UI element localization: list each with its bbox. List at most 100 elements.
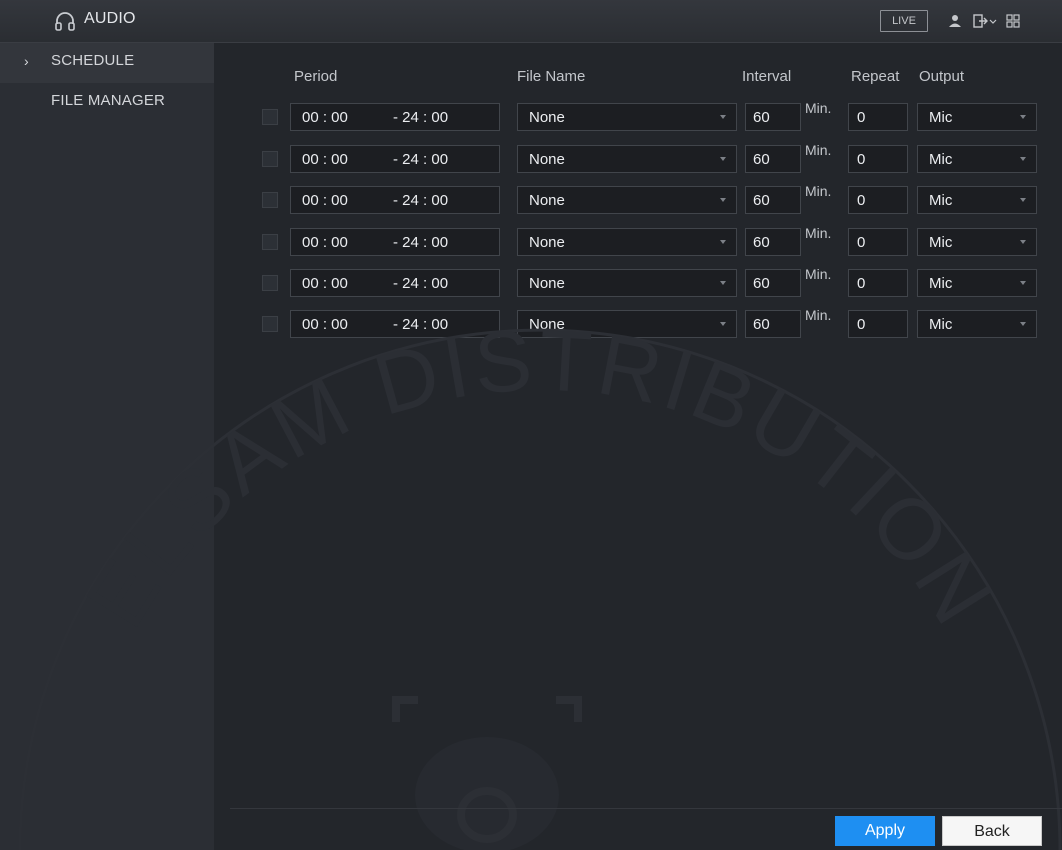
repeat-value: 0 — [857, 151, 866, 168]
period-field[interactable]: 00 : 00 - 24 : 00 — [290, 310, 500, 338]
repeat-value: 0 — [857, 192, 866, 209]
period-end[interactable]: - 24 : 00 — [393, 234, 448, 251]
output-select[interactable]: Mic — [917, 186, 1037, 214]
schedule-row: 00 : 00 - 24 : 00 None 60 Min. 0 Mic — [0, 100, 1062, 131]
output-select[interactable]: Mic — [917, 103, 1037, 131]
output-select[interactable]: Mic — [917, 145, 1037, 173]
header-period: Period — [294, 68, 338, 85]
period-start[interactable]: 00 : 00 — [302, 109, 348, 126]
dropdown-arrow-icon — [720, 240, 726, 244]
period-end[interactable]: - 24 : 00 — [393, 192, 448, 209]
back-button[interactable]: Back — [942, 816, 1042, 846]
period-end[interactable]: - 24 : 00 — [393, 316, 448, 333]
row-checkbox[interactable] — [262, 109, 278, 125]
period-field[interactable]: 00 : 00 - 24 : 00 — [290, 145, 500, 173]
repeat-value: 0 — [857, 316, 866, 333]
file-name-select[interactable]: None — [517, 186, 737, 214]
interval-input[interactable]: 60 — [745, 310, 801, 338]
period-start[interactable]: 00 : 00 — [302, 275, 348, 292]
repeat-input[interactable]: 0 — [848, 310, 908, 338]
page-title: AUDIO — [84, 10, 136, 27]
output-value: Mic — [929, 234, 953, 251]
interval-unit: Min. — [805, 100, 832, 116]
interval-input[interactable]: 60 — [745, 145, 801, 173]
file-name-value: None — [529, 109, 565, 126]
period-start[interactable]: 00 : 00 — [302, 234, 348, 251]
row-checkbox[interactable] — [262, 316, 278, 332]
interval-input[interactable]: 60 — [745, 186, 801, 214]
period-end[interactable]: - 24 : 00 — [393, 275, 448, 292]
output-select[interactable]: Mic — [917, 269, 1037, 297]
dropdown-arrow-icon — [720, 322, 726, 326]
repeat-value: 0 — [857, 234, 866, 251]
file-name-value: None — [529, 234, 565, 251]
period-field[interactable]: 00 : 00 - 24 : 00 — [290, 103, 500, 131]
file-name-select[interactable]: None — [517, 269, 737, 297]
dropdown-arrow-icon — [1020, 115, 1026, 119]
dropdown-arrow-icon — [720, 198, 726, 202]
output-value: Mic — [929, 151, 953, 168]
repeat-value: 0 — [857, 109, 866, 126]
file-name-select[interactable]: None — [517, 145, 737, 173]
apply-button[interactable]: Apply — [835, 816, 935, 846]
chevron-down-icon[interactable] — [989, 13, 997, 29]
interval-value: 60 — [753, 192, 770, 209]
live-button[interactable]: LIVE — [880, 10, 928, 32]
output-select[interactable]: Mic — [917, 310, 1037, 338]
repeat-input[interactable]: 0 — [848, 103, 908, 131]
dropdown-arrow-icon — [720, 115, 726, 119]
user-icon[interactable] — [947, 13, 963, 29]
file-name-select[interactable]: None — [517, 103, 737, 131]
interval-unit: Min. — [805, 225, 832, 241]
period-field[interactable]: 00 : 00 - 24 : 00 — [290, 269, 500, 297]
period-start[interactable]: 00 : 00 — [302, 316, 348, 333]
period-end[interactable]: - 24 : 00 — [393, 109, 448, 126]
schedule-row: 00 : 00 - 24 : 00 None 60 Min. 0 Mic — [0, 225, 1062, 256]
audio-app: AUDIO LIVE › SCHEDULE FILE MANAGER Perio… — [0, 0, 1062, 850]
header-output: Output — [919, 68, 965, 85]
period-start[interactable]: 00 : 00 — [302, 151, 348, 168]
dropdown-arrow-icon — [1020, 322, 1026, 326]
interval-value: 60 — [753, 151, 770, 168]
dropdown-arrow-icon — [1020, 281, 1026, 285]
repeat-value: 0 — [857, 275, 866, 292]
period-start[interactable]: 00 : 00 — [302, 192, 348, 209]
repeat-input[interactable]: 0 — [848, 228, 908, 256]
interval-unit: Min. — [805, 142, 832, 158]
period-field[interactable]: 00 : 00 - 24 : 00 — [290, 186, 500, 214]
period-field[interactable]: 00 : 00 - 24 : 00 — [290, 228, 500, 256]
file-name-select[interactable]: None — [517, 310, 737, 338]
headphones-icon — [55, 12, 75, 31]
sidebar-item-label: SCHEDULE — [51, 52, 135, 69]
repeat-input[interactable]: 0 — [848, 269, 908, 297]
period-end[interactable]: - 24 : 00 — [393, 151, 448, 168]
repeat-input[interactable]: 0 — [848, 186, 908, 214]
file-name-select[interactable]: None — [517, 228, 737, 256]
chevron-right-icon: › — [24, 53, 29, 69]
schedule-row: 00 : 00 - 24 : 00 None 60 Min. 0 Mic — [0, 266, 1062, 297]
interval-input[interactable]: 60 — [745, 228, 801, 256]
output-value: Mic — [929, 192, 953, 209]
logout-icon[interactable] — [972, 13, 988, 29]
interval-value: 60 — [753, 275, 770, 292]
repeat-input[interactable]: 0 — [848, 145, 908, 173]
header-repeat: Repeat — [851, 68, 900, 85]
interval-value: 60 — [753, 109, 770, 126]
interval-value: 60 — [753, 234, 770, 251]
sidebar-item-schedule[interactable]: › SCHEDULE — [0, 43, 214, 83]
output-select[interactable]: Mic — [917, 228, 1037, 256]
header-file-name: File Name — [517, 68, 586, 85]
output-value: Mic — [929, 316, 953, 333]
interval-input[interactable]: 60 — [745, 269, 801, 297]
grid-icon[interactable] — [1005, 13, 1021, 29]
row-checkbox[interactable] — [262, 234, 278, 250]
row-checkbox[interactable] — [262, 151, 278, 167]
row-checkbox[interactable] — [262, 192, 278, 208]
row-checkbox[interactable] — [262, 275, 278, 291]
dropdown-arrow-icon — [1020, 240, 1026, 244]
schedule-row: 00 : 00 - 24 : 00 None 60 Min. 0 Mic — [0, 142, 1062, 173]
output-value: Mic — [929, 109, 953, 126]
title-bar: AUDIO LIVE — [0, 0, 1062, 43]
interval-input[interactable]: 60 — [745, 103, 801, 131]
interval-unit: Min. — [805, 266, 832, 282]
